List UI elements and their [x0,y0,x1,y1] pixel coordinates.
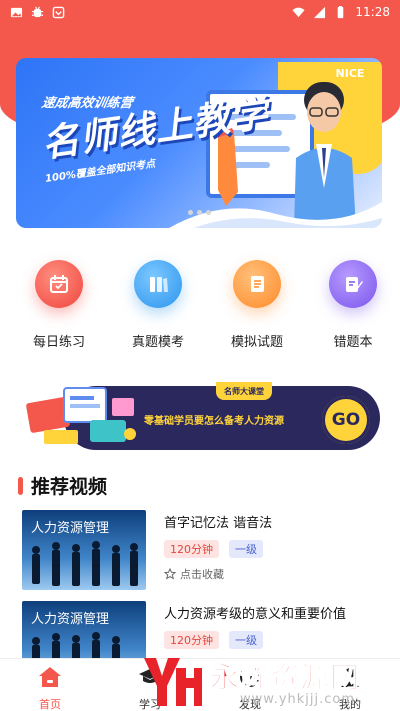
level-badge: 一级 [229,540,263,558]
watermark: 永辉资源网 www.yhkjjj.com [140,652,400,711]
duration-badge: 120分钟 [164,631,219,649]
favorite-label: 点击收藏 [180,568,224,581]
quick-action-mistakes[interactable]: 错题本 [308,252,398,350]
video-thumbnail-text: 人力资源管理 [31,612,110,627]
watermark-logo [144,658,202,706]
cell-signal-icon [314,6,326,18]
watermark-title: 永辉资源网 [209,660,361,695]
level-badge: 一级 [229,631,263,649]
video-title: 首字记忆法 谐音法 [164,516,273,531]
video-title: 人力资源考级的意义和重要价值 [164,607,347,622]
quick-action-label: 每日练习 [32,335,85,350]
wifi-icon [292,7,305,17]
quick-action-label: 模拟试题 [230,335,283,350]
favorite-button[interactable]: 点击收藏 [164,566,224,582]
tab-label: 首页 [39,698,61,711]
promo-text: 零基础学员要怎么备考人力资源 [144,416,284,427]
banner-pager [188,210,211,215]
duration-badge: 120分钟 [164,540,219,558]
video-thumbnail: 人力资源管理 [22,510,146,590]
quick-action-daily-practice[interactable]: 每日练习 [14,252,104,350]
promo-illustration [26,387,136,444]
image-notification-icon [10,7,23,17]
video-badges: 120分钟 一级 [164,540,263,558]
bug-notification-icon [31,6,44,17]
promo-tag: 名师大课堂 [216,382,272,400]
quick-action-mock-test[interactable]: 模拟试题 [212,252,302,350]
edit-notebook-icon [329,260,377,308]
books-icon [134,260,182,308]
battery-icon [338,5,344,18]
calendar-icon [35,260,83,308]
status-time: 11:28 [355,5,390,19]
quick-action-label: 真题模考 [131,335,184,350]
home-icon [39,667,61,687]
section-header: 推荐视频 [18,472,107,499]
video-list-item[interactable]: 人力资源管理 首字记忆法 谐音法 120分钟 一级 点击收藏 [22,510,382,592]
video-thumbnail-text: 人力资源管理 [31,521,110,536]
app-notification-icon [52,6,65,18]
video-badges: 120分钟 一级 [164,631,263,649]
hero-banner[interactable]: NICE 速成高效训练营 名师线上教学 100%覆盖全部知识考点 [16,58,382,228]
section-title: 推荐视频 [31,476,108,498]
quick-action-past-exams[interactable]: 真题模考 [113,252,203,350]
tab-home[interactable]: 首页 [0,659,100,711]
document-icon [233,260,281,308]
business-people-silhouettes [32,541,138,586]
section-accent-bar [18,476,23,495]
watermark-url: www.yhkjjj.com [240,692,356,707]
promo-go-button[interactable]: GO [322,396,370,444]
promo-banner[interactable]: 名师大课堂 零基础学员要怎么备考人力资源 GO [20,380,380,452]
quick-action-label: 错题本 [333,335,373,350]
status-bar: 11:28 [0,0,400,24]
star-icon [164,568,176,580]
quick-actions: 每日练习 真题模考 模拟试题 错题本 [0,252,400,352]
